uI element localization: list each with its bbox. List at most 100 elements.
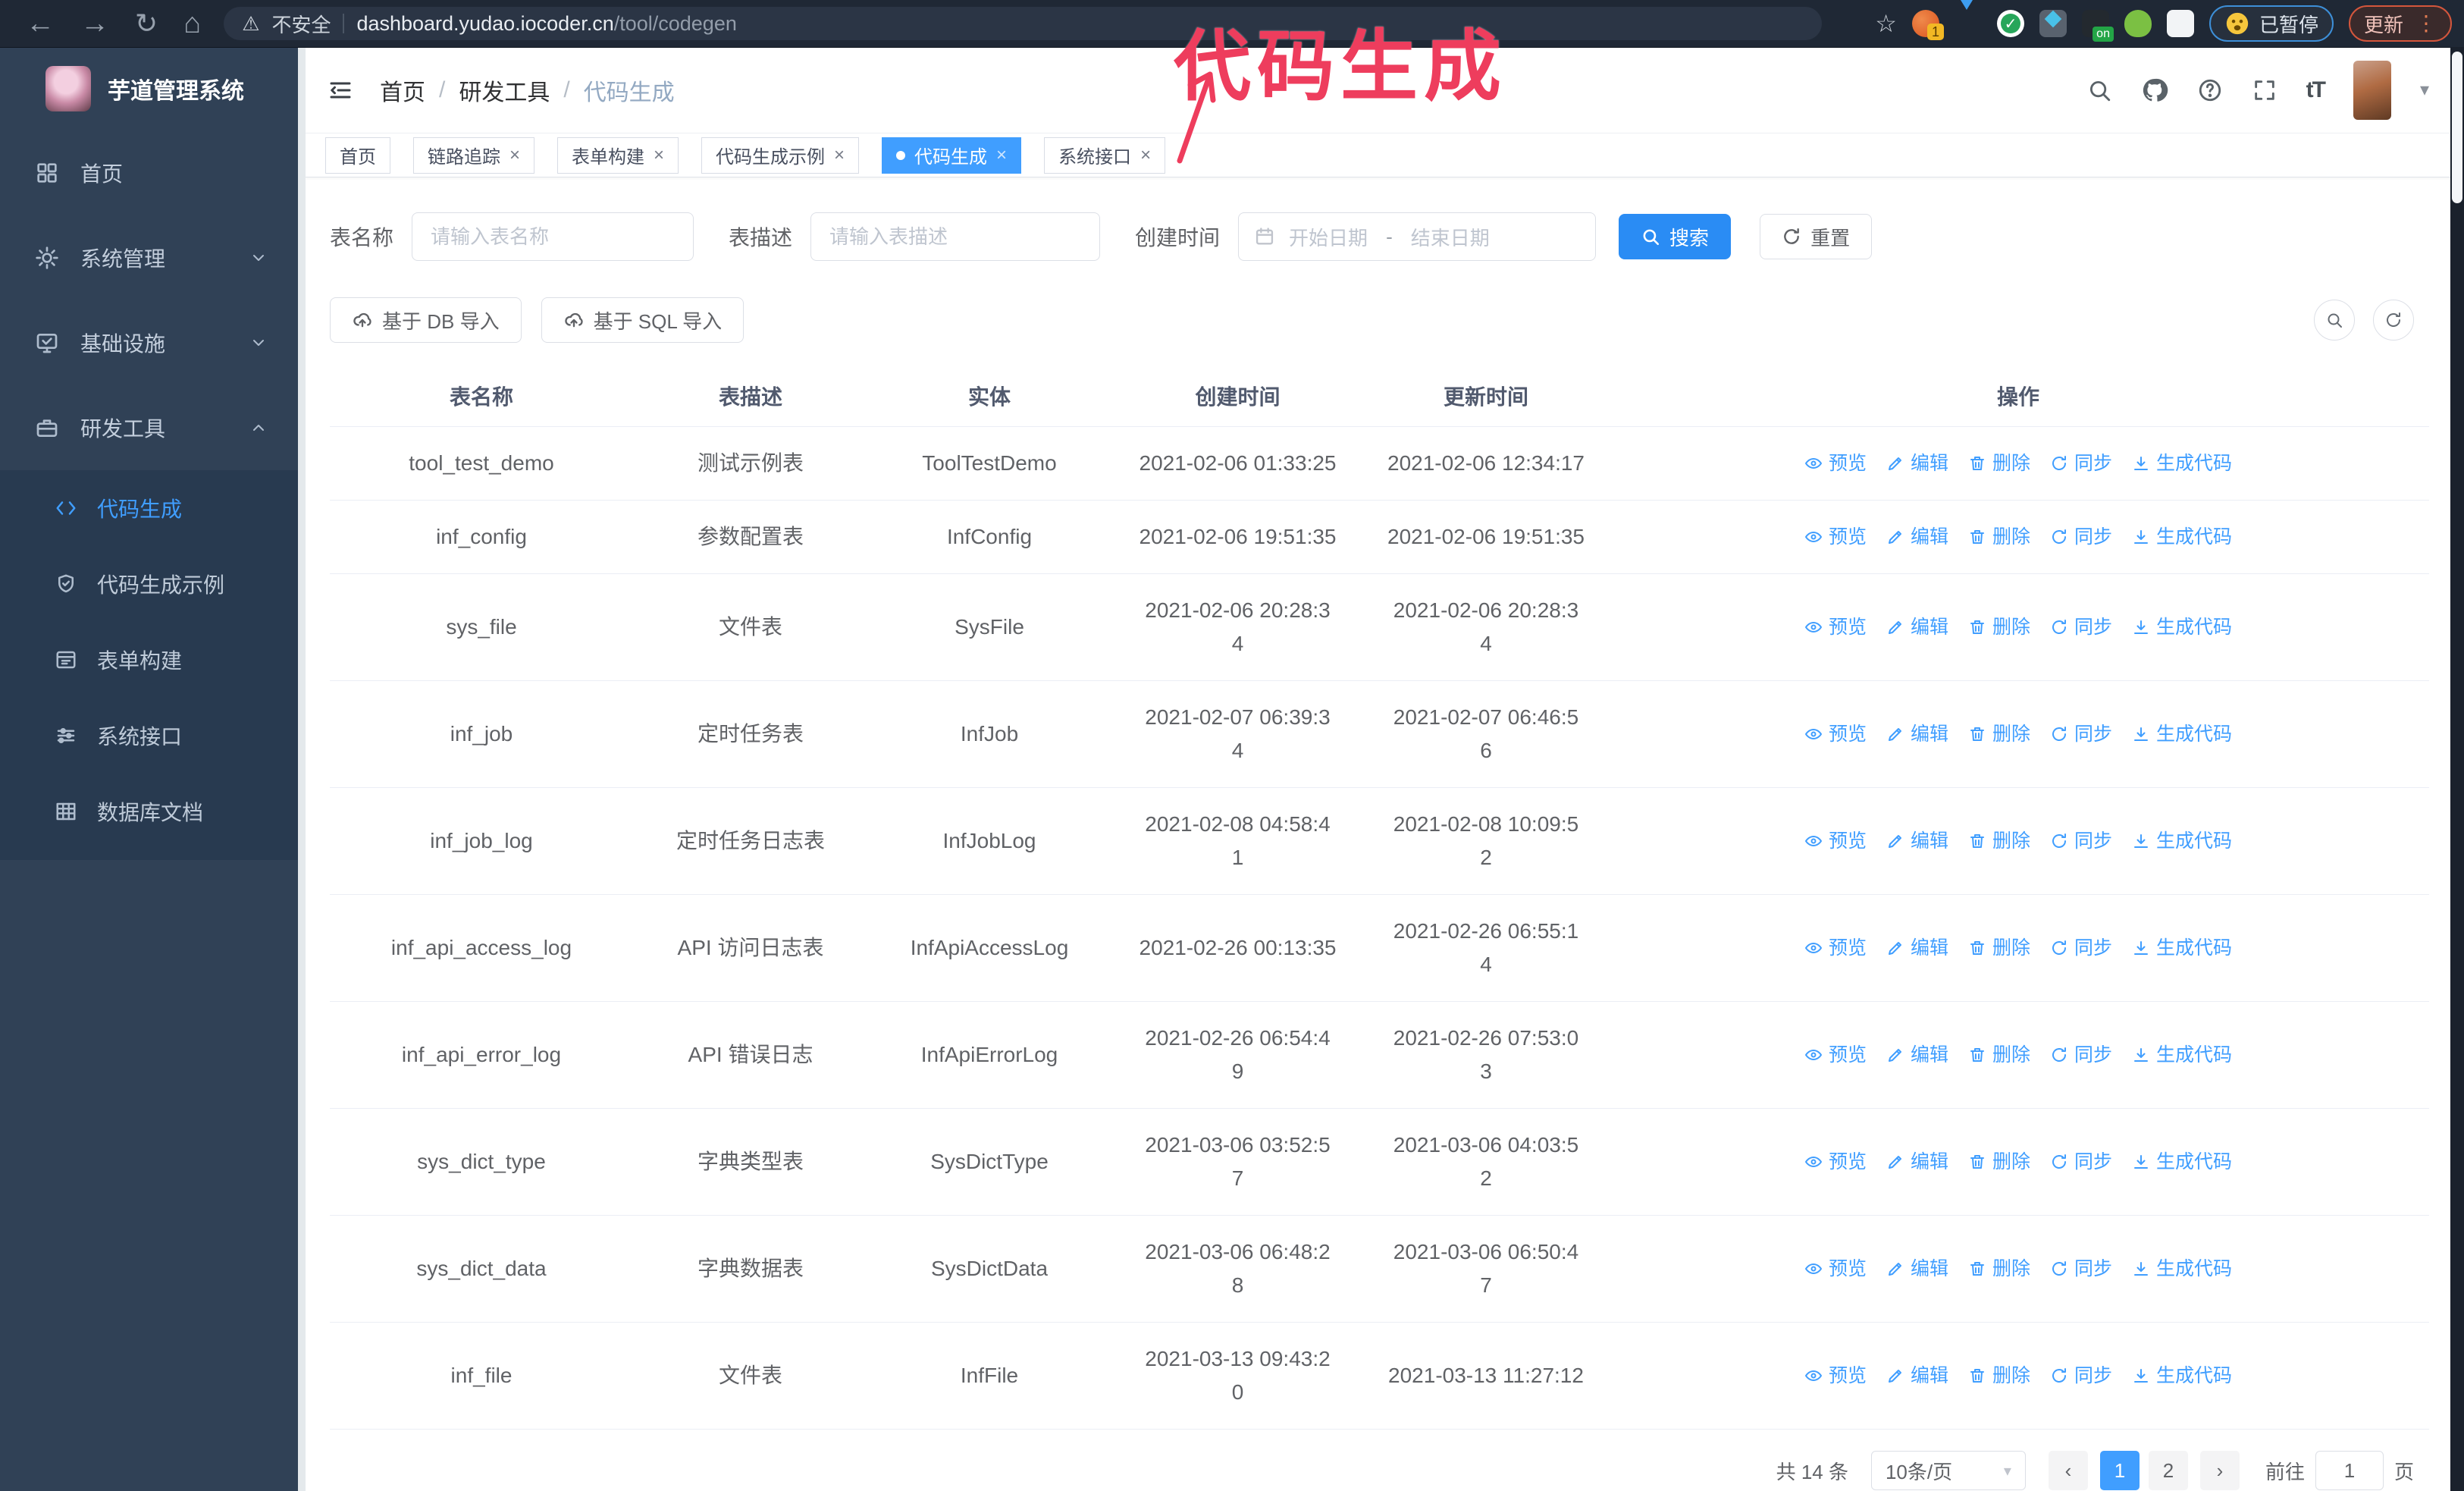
generate-action[interactable]: 生成代码 (2132, 1252, 2232, 1285)
tab-codegen[interactable]: 代码生成 × (882, 137, 1022, 174)
preview-action[interactable]: 预览 (1804, 1145, 1867, 1179)
chevron-down-icon[interactable]: ▾ (2420, 79, 2429, 101)
sync-action[interactable]: 同步 (2050, 1145, 2112, 1179)
table-desc-input[interactable] (810, 212, 1101, 261)
edit-action[interactable]: 编辑 (1886, 931, 1948, 965)
back-icon[interactable]: ← (26, 8, 55, 40)
delete-action[interactable]: 删除 (1968, 1145, 2030, 1179)
sync-action[interactable]: 同步 (2050, 1038, 2112, 1072)
scrollbar-thumb[interactable] (2452, 52, 2462, 203)
preview-action[interactable]: 预览 (1804, 447, 1867, 480)
search-icon[interactable] (2086, 77, 2112, 103)
table-name-input[interactable] (412, 212, 694, 261)
preview-action[interactable]: 预览 (1804, 1038, 1867, 1072)
preview-action[interactable]: 预览 (1804, 1252, 1867, 1285)
preview-action[interactable]: 预览 (1804, 931, 1867, 965)
delete-action[interactable]: 删除 (1968, 824, 2030, 858)
delete-action[interactable]: 删除 (1968, 717, 2030, 751)
delete-action[interactable]: 删除 (1968, 1038, 2030, 1072)
home-icon[interactable]: ⌂ (183, 8, 201, 40)
close-icon[interactable]: × (996, 146, 1007, 165)
sidebar-item-devtools[interactable]: 研发工具 (0, 385, 298, 470)
close-icon[interactable]: × (1140, 146, 1151, 165)
edit-action[interactable]: 编辑 (1886, 1145, 1948, 1179)
edit-action[interactable]: 编辑 (1886, 717, 1948, 751)
extension-icon[interactable]: on (2081, 10, 2114, 42)
date-range-picker[interactable]: 开始日期 - 结束日期 (1238, 212, 1597, 261)
delete-action[interactable]: 删除 (1968, 931, 2030, 965)
delete-action[interactable]: 删除 (1968, 1359, 2030, 1392)
window-scrollbar[interactable] (2450, 47, 2464, 1491)
font-size-icon[interactable]: tT (2306, 77, 2326, 103)
generate-action[interactable]: 生成代码 (2132, 1038, 2232, 1072)
sidebar-item-db-doc[interactable]: 数据库文档 (0, 774, 298, 849)
page-button-2[interactable]: 2 (2148, 1451, 2188, 1490)
chrome-update-button[interactable]: 更新 ⋮ (2348, 5, 2452, 42)
bookmark-star-icon[interactable]: ☆ (1875, 9, 1897, 38)
import-sql-button[interactable]: 基于 SQL 导入 (541, 297, 745, 343)
sync-action[interactable]: 同步 (2050, 824, 2112, 858)
edit-action[interactable]: 编辑 (1886, 447, 1948, 480)
tab-system-api[interactable]: 系统接口 × (1044, 137, 1166, 174)
extension-icon[interactable] (1954, 0, 1982, 37)
generate-action[interactable]: 生成代码 (2132, 931, 2232, 965)
page-button-1[interactable]: 1 (2099, 1451, 2140, 1490)
sidebar-item-codegen[interactable]: 代码生成 (0, 470, 298, 546)
column-header[interactable]: 实体 (868, 369, 1111, 427)
sync-action[interactable]: 同步 (2050, 1359, 2112, 1392)
close-icon[interactable]: × (834, 146, 845, 165)
address-bar[interactable]: ⚠ 不安全 dashboard.yudao.iocoder.cn/tool/co… (224, 7, 1823, 40)
column-header[interactable]: 创建时间 (1111, 369, 1365, 427)
goto-page-input[interactable] (2315, 1451, 2384, 1490)
sync-action[interactable]: 同步 (2050, 611, 2112, 644)
menu-kebab-icon[interactable]: ⋮ (2415, 13, 2437, 34)
tab-home[interactable]: 首页 (325, 137, 390, 174)
import-db-button[interactable]: 基于 DB 导入 (330, 297, 522, 343)
toggle-search-button[interactable] (2314, 300, 2355, 341)
breadcrumb-home[interactable]: 首页 (380, 74, 425, 107)
sync-action[interactable]: 同步 (2050, 447, 2112, 480)
generate-action[interactable]: 生成代码 (2132, 447, 2232, 480)
reload-icon[interactable]: ↻ (135, 8, 158, 39)
github-icon[interactable] (2141, 77, 2168, 104)
edit-action[interactable]: 编辑 (1886, 824, 1948, 858)
extension-icon[interactable] (2039, 10, 2067, 37)
sidebar-item-system-api[interactable]: 系统接口 (0, 698, 298, 774)
generate-action[interactable]: 生成代码 (2132, 1145, 2232, 1179)
column-header[interactable]: 更新时间 (1365, 369, 1607, 427)
generate-action[interactable]: 生成代码 (2132, 520, 2232, 554)
tab-form-builder[interactable]: 表单构建 × (557, 137, 679, 174)
edit-action[interactable]: 编辑 (1886, 520, 1948, 554)
extensions-puzzle-icon[interactable] (2166, 10, 2194, 37)
column-header[interactable]: 表名称 (330, 369, 633, 427)
sidebar-item-infra[interactable]: 基础设施 (0, 300, 298, 385)
generate-action[interactable]: 生成代码 (2132, 824, 2232, 858)
prev-page-button[interactable]: ‹ (2048, 1451, 2088, 1490)
preview-action[interactable]: 预览 (1804, 1359, 1867, 1392)
generate-action[interactable]: 生成代码 (2132, 611, 2232, 644)
sidebar-item-system[interactable]: 系统管理 (0, 215, 298, 300)
edit-action[interactable]: 编辑 (1886, 611, 1948, 644)
delete-action[interactable]: 删除 (1968, 447, 2030, 480)
help-icon[interactable] (2197, 77, 2223, 103)
tab-codegen-example[interactable]: 代码生成示例 × (701, 137, 860, 174)
sidebar-item-codegen-example[interactable]: 代码生成示例 (0, 546, 298, 622)
edit-action[interactable]: 编辑 (1886, 1359, 1948, 1392)
generate-action[interactable]: 生成代码 (2132, 1359, 2232, 1392)
fullscreen-icon[interactable] (2252, 77, 2277, 103)
page-size-select[interactable]: 10条/页 ▾ (1870, 1451, 2026, 1490)
column-header[interactable]: 操作 (1607, 369, 2429, 427)
reset-button[interactable]: 重置 (1760, 214, 1873, 259)
preview-action[interactable]: 预览 (1804, 717, 1867, 751)
sidebar-item-form-builder[interactable]: 表单构建 (0, 622, 298, 698)
forward-icon[interactable]: → (80, 8, 109, 40)
refresh-table-button[interactable] (2373, 300, 2414, 341)
column-header[interactable]: 表描述 (633, 369, 868, 427)
tab-tracing[interactable]: 链路追踪 × (413, 137, 535, 174)
collapse-sidebar-icon[interactable] (327, 77, 354, 104)
preview-action[interactable]: 预览 (1804, 824, 1867, 858)
user-avatar[interactable] (2353, 60, 2391, 120)
delete-action[interactable]: 删除 (1968, 1252, 2030, 1285)
edit-action[interactable]: 编辑 (1886, 1038, 1948, 1072)
extension-icon[interactable] (2124, 10, 2152, 37)
